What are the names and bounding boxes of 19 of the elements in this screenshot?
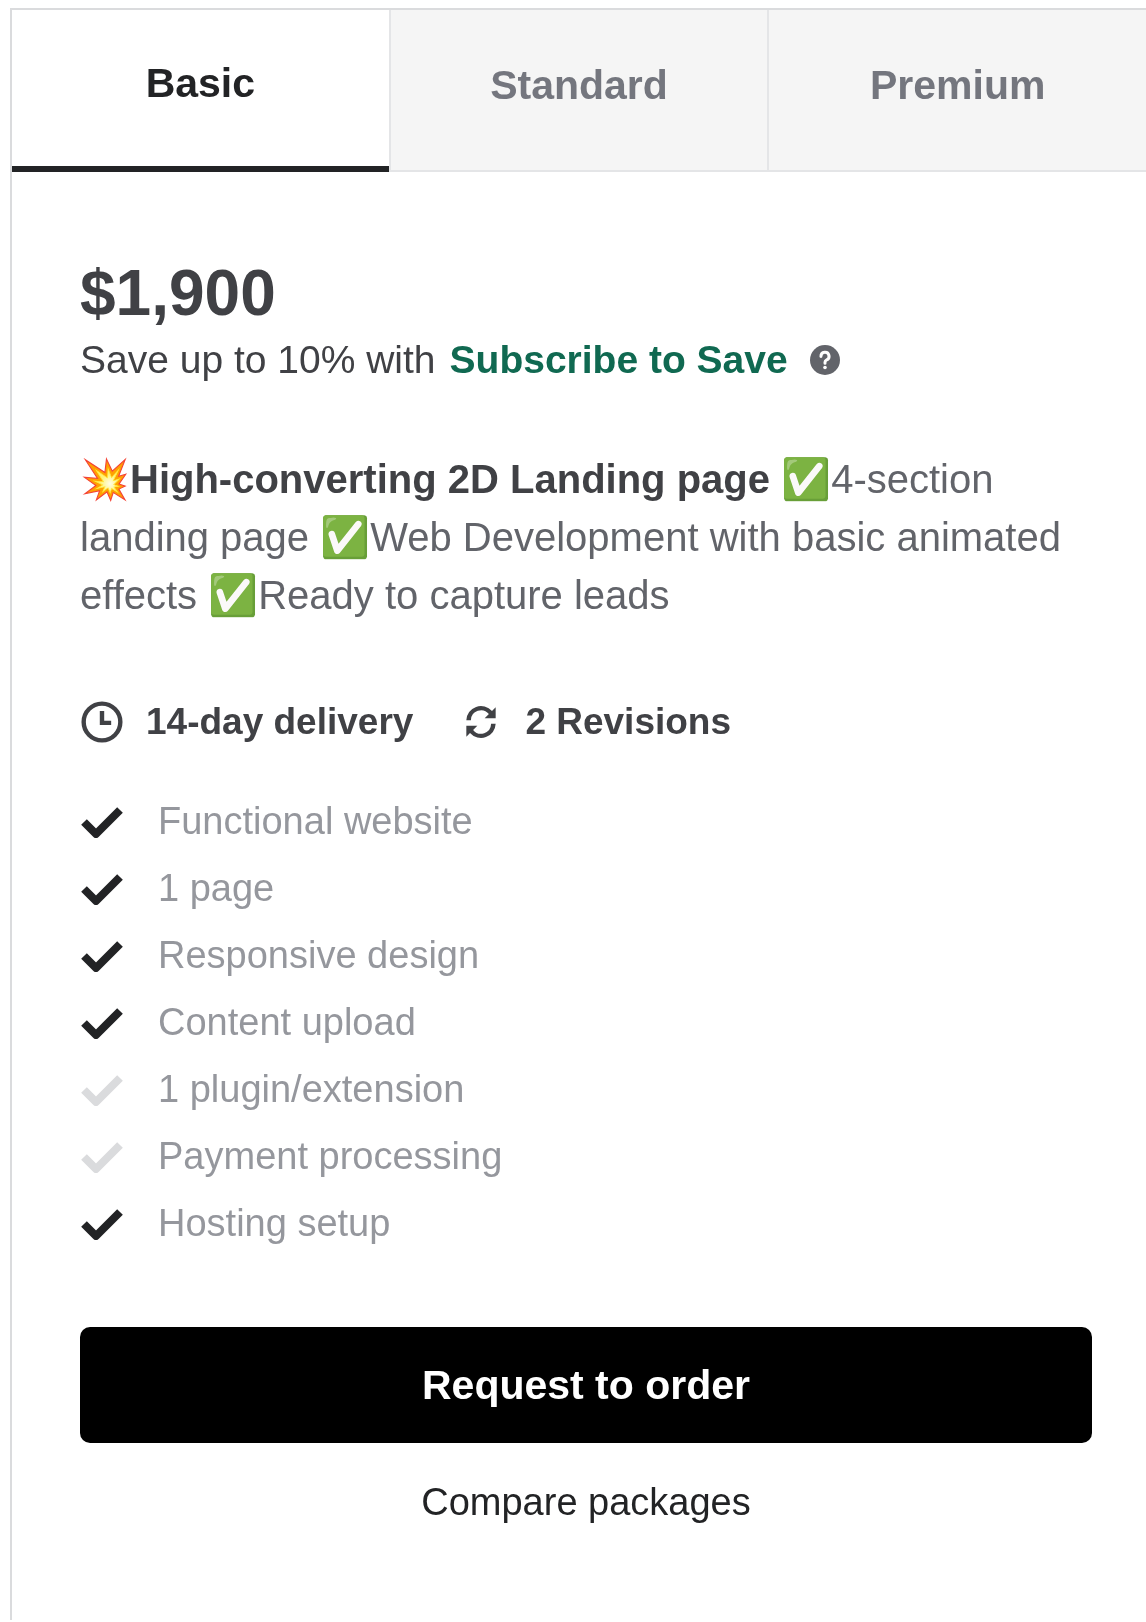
feature-label: 1 plugin/extension: [158, 1068, 465, 1112]
feature-label: Content upload: [158, 1001, 416, 1045]
package-description: 💥High-converting 2D Landing page ✅4-section landing page ✅Web Development with basic animated effects ✅Ready to capture leads: [80, 456, 1062, 620]
feature-label: Functional website: [158, 800, 473, 844]
price: $1,900: [80, 258, 277, 329]
revisions-count: 2 Revisions: [525, 701, 732, 744]
package-tab[interactable]: Standard: [388, 10, 768, 170]
subscribe-to-save-link[interactable]: Subscribe to Save: [449, 338, 788, 383]
feature-label: 1 page: [158, 867, 275, 911]
request-to-order-button[interactable]: Request to order: [80, 1327, 1092, 1444]
help-icon[interactable]: [809, 345, 840, 376]
package-tab[interactable]: Premium: [767, 10, 1146, 170]
feature-label: Responsive design: [158, 934, 480, 978]
feature-label: Payment processing: [158, 1135, 503, 1179]
clock-icon: [80, 700, 124, 745]
delivery-time: 14-day delivery: [146, 701, 414, 744]
savings-text: Save up to 10% with: [80, 338, 436, 383]
compare-packages-link[interactable]: Compare packages: [421, 1481, 751, 1525]
feature-label: Hosting setup: [158, 1202, 391, 1246]
